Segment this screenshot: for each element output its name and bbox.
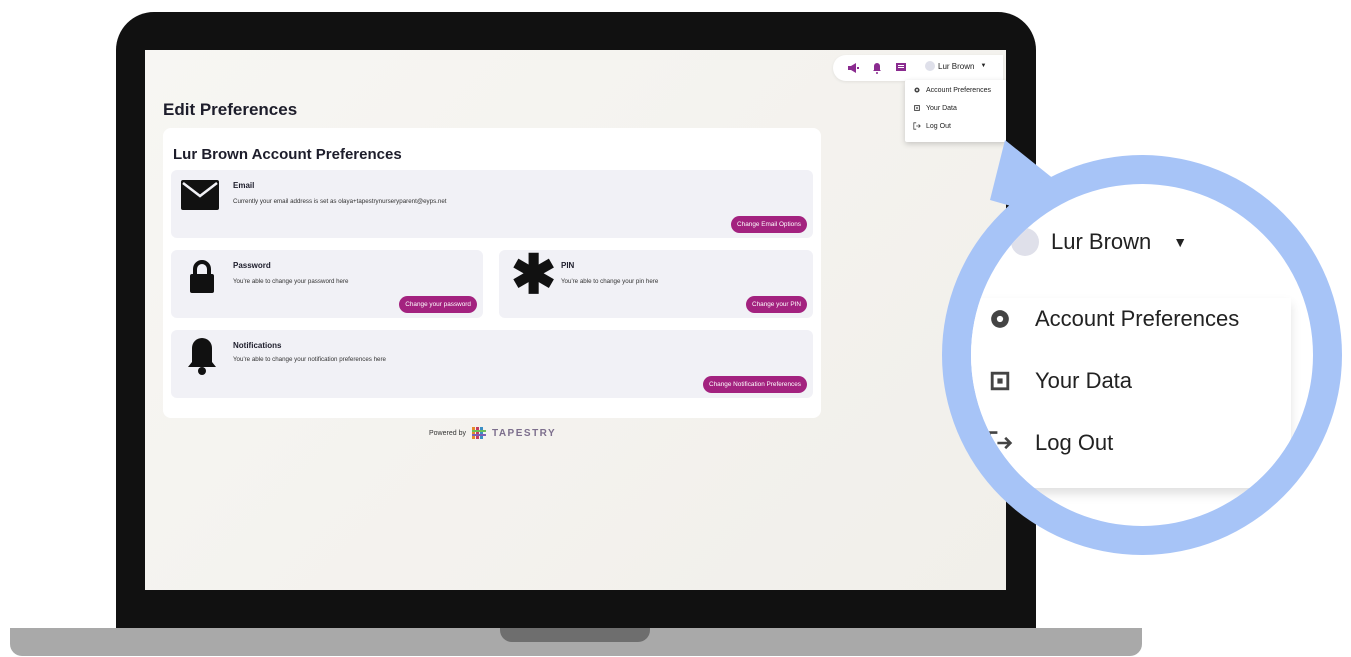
powered-by-label: Powered by	[429, 429, 466, 437]
bell-icon	[188, 338, 216, 375]
user-name: Lur Brown	[938, 61, 975, 71]
change-notifications-button[interactable]: Change Notification Preferences	[702, 376, 807, 393]
chip-icon	[990, 371, 1010, 391]
magnifier-lens: Lur Brown ▼ Account Preferences Your Dat…	[971, 184, 1313, 526]
pin-description: You're able to change your pin here	[561, 278, 659, 285]
avatar	[1011, 228, 1039, 256]
change-password-button[interactable]: Change your password	[399, 296, 477, 313]
notifications-panel: Notifications You're able to change your…	[171, 330, 813, 398]
envelope-icon	[181, 180, 219, 210]
megaphone-icon[interactable]	[847, 62, 859, 74]
top-bar: Lur Brown ▼	[833, 55, 1003, 81]
laptop-notch	[500, 628, 650, 642]
password-panel: Password You're able to change your pass…	[171, 250, 483, 318]
password-description: You're able to change your password here	[233, 278, 349, 285]
preferences-card: Lur Brown Account Preferences Email Curr…	[163, 128, 821, 418]
asterisk-icon: ✱	[511, 245, 557, 305]
powered-by: Powered by TAPESTRY	[429, 427, 556, 439]
gear-icon	[914, 87, 920, 93]
menu-item-account-preferences[interactable]: Account Preferences	[913, 86, 991, 94]
bell-icon[interactable]	[871, 62, 883, 74]
logout-icon	[913, 122, 921, 130]
zoomed-user-name: Lur Brown	[1051, 229, 1152, 254]
notifications-title: Notifications	[233, 341, 282, 350]
chevron-down-icon: ▼	[1173, 234, 1188, 250]
change-email-button[interactable]: Change Email Options	[731, 216, 807, 233]
zoomed-menu-item-log-out: Log Out	[987, 430, 1113, 456]
chevron-down-icon: ▼	[980, 63, 987, 69]
tapestry-logo-icon	[471, 427, 486, 439]
logout-icon	[988, 431, 1013, 455]
tapestry-brand: TAPESTRY	[491, 427, 557, 439]
avatar	[925, 61, 935, 71]
notifications-description: You're able to change your notification …	[233, 356, 386, 363]
message-icon[interactable]	[895, 62, 907, 74]
email-description: Currently your email address is set as o…	[233, 198, 447, 205]
user-dropdown-menu: Account Preferences Your Data Log Out	[905, 80, 1006, 142]
password-title: Password	[233, 261, 271, 270]
chip-icon	[914, 105, 920, 111]
zoomed-menu-item-your-data: Your Data	[987, 368, 1132, 394]
lock-icon	[190, 260, 214, 293]
email-panel: Email Currently your email address is se…	[171, 170, 813, 238]
zoomed-menu-item-account-preferences: Account Preferences	[987, 306, 1239, 332]
gear-icon	[991, 310, 1009, 328]
change-pin-button[interactable]: Change your PIN	[745, 296, 807, 313]
card-title: Lur Brown Account Preferences	[173, 146, 402, 163]
pin-panel: ✱ PIN You're able to change your pin her…	[499, 245, 813, 318]
email-title: Email	[233, 181, 255, 190]
laptop-screen: Lur Brown ▼ Account Preferences Your Dat…	[145, 50, 1006, 590]
pin-title: PIN	[561, 261, 575, 270]
user-menu-toggle[interactable]: Lur Brown ▼	[925, 61, 986, 71]
page-title: Edit Preferences	[163, 100, 298, 119]
menu-item-log-out[interactable]: Log Out	[913, 122, 951, 130]
zoomed-user-menu-toggle: Lur Brown ▼	[1011, 228, 1187, 256]
menu-item-your-data[interactable]: Your Data	[913, 104, 957, 112]
